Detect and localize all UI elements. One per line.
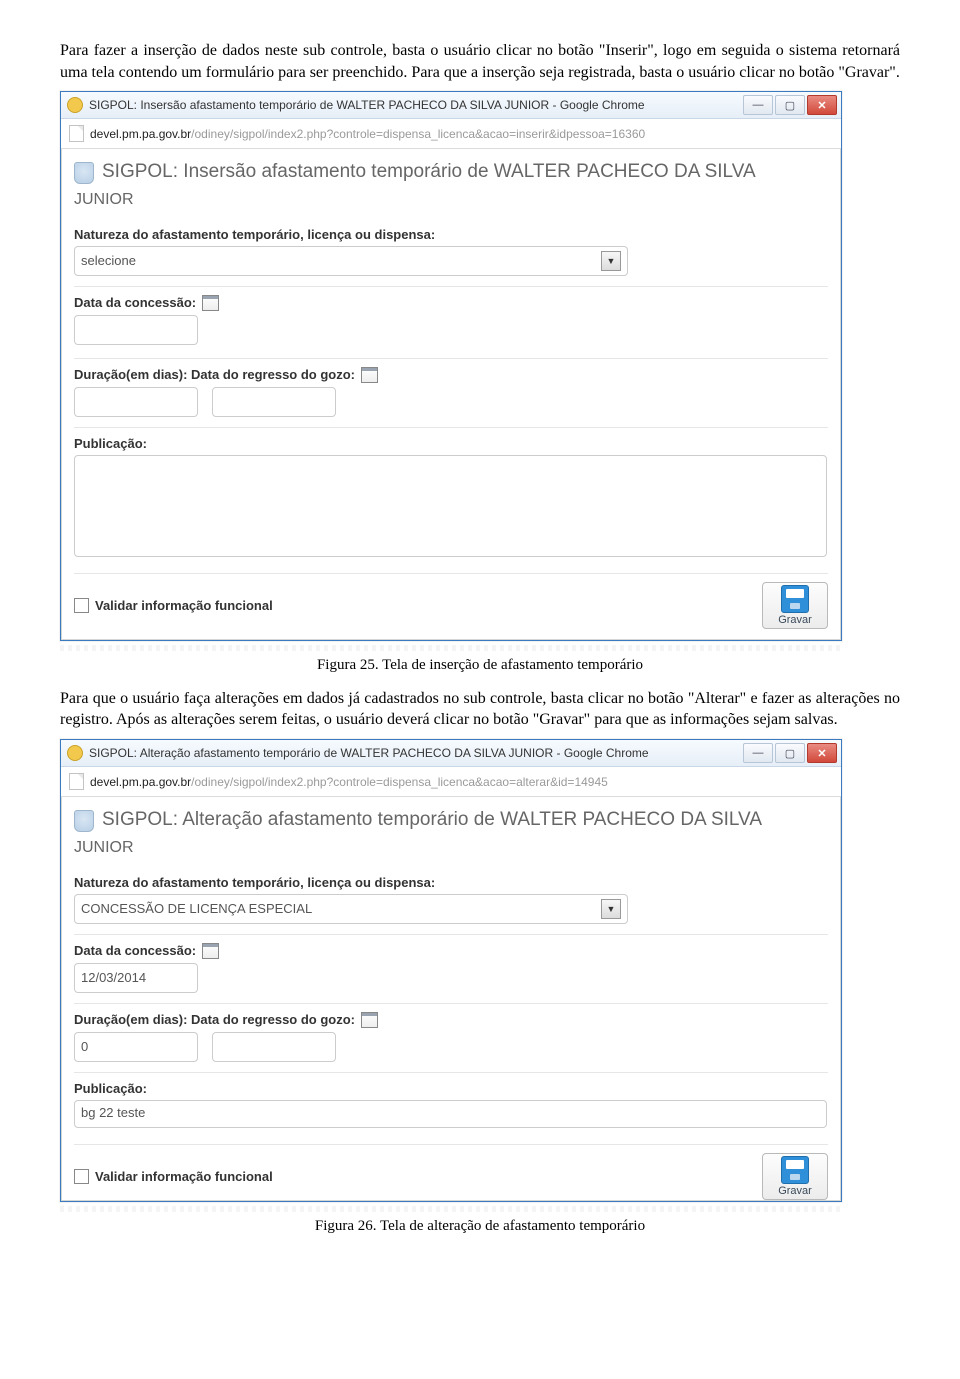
- field-natureza: Natureza do afastamento temporário, lice…: [74, 223, 828, 286]
- data-concessao-input[interactable]: [74, 315, 198, 345]
- duracao-label-text: Duração(em dias): Data do regresso do go…: [74, 367, 355, 382]
- crop-edge: [60, 1206, 840, 1212]
- page-content: SIGPOL: Alteração afastamento temporário…: [61, 797, 841, 1201]
- data-regresso-input[interactable]: [212, 387, 336, 417]
- minimize-button[interactable]: —: [743, 743, 773, 763]
- publicacao-label: Publicação:: [74, 436, 828, 451]
- duracao-label: Duração(em dias): Data do regresso do go…: [74, 1012, 828, 1028]
- chevron-down-icon[interactable]: ▼: [601, 899, 621, 919]
- field-publicacao: Publicação:: [74, 427, 828, 567]
- natureza-select[interactable]: CONCESSÃO DE LICENÇA ESPECIAL ▼: [74, 894, 628, 924]
- titlebar: SIGPOL: Insersão afastamento temporário …: [61, 92, 841, 119]
- address-bar[interactable]: devel.pm.pa.gov.br/odiney/sigpol/index2.…: [61, 119, 841, 149]
- calendar-icon[interactable]: [361, 367, 378, 383]
- crop-edge: [60, 645, 840, 651]
- calendar-icon[interactable]: [202, 943, 219, 959]
- chevron-down-icon[interactable]: ▼: [601, 251, 621, 271]
- gravar-button[interactable]: Gravar: [762, 1153, 828, 1200]
- address-bar[interactable]: devel.pm.pa.gov.br/odiney/sigpol/index2.…: [61, 767, 841, 797]
- close-button[interactable]: ✕: [807, 743, 837, 763]
- duracao-input[interactable]: 0: [74, 1032, 198, 1062]
- figure-caption-25: Figura 25. Tela de inserção de afastamen…: [60, 657, 900, 674]
- publicacao-textarea[interactable]: bg 22 teste: [74, 1100, 827, 1128]
- minimize-button[interactable]: —: [743, 95, 773, 115]
- page-title-line2: JUNIOR: [74, 839, 828, 857]
- checkbox-icon[interactable]: [74, 598, 89, 613]
- natureza-label: Natureza do afastamento temporário, lice…: [74, 227, 828, 242]
- chrome-favicon-icon: [67, 97, 83, 113]
- page-title-line1: SIGPOL: Alteração afastamento temporário…: [102, 807, 762, 833]
- save-disk-icon: [781, 585, 809, 613]
- data-concessao-input[interactable]: 12/03/2014: [74, 963, 198, 993]
- screenshot-window-insert: SIGPOL: Insersão afastamento temporário …: [60, 91, 842, 641]
- page-title: SIGPOL: Insersão afastamento temporário …: [74, 159, 828, 185]
- validar-checkbox[interactable]: Validar informação funcional: [74, 598, 273, 613]
- field-data-concessao: Data da concessão:: [74, 286, 828, 358]
- calendar-icon[interactable]: [361, 1012, 378, 1028]
- url-host: devel.pm.pa.gov.br: [90, 775, 191, 789]
- page-title: SIGPOL: Alteração afastamento temporário…: [74, 807, 828, 833]
- maximize-button[interactable]: ▢: [775, 743, 805, 763]
- field-duracao: Duração(em dias): Data do regresso do go…: [74, 1003, 828, 1072]
- validar-label: Validar informação funcional: [95, 598, 273, 613]
- duracao-input[interactable]: [74, 387, 198, 417]
- field-data-concessao: Data da concessão: 12/03/2014: [74, 934, 828, 1003]
- window-title: SIGPOL: Insersão afastamento temporário …: [89, 98, 741, 112]
- duracao-label-text: Duração(em dias): Data do regresso do go…: [74, 1012, 355, 1027]
- bottom-row: Validar informação funcional Gravar: [74, 573, 828, 629]
- duracao-label: Duração(em dias): Data do regresso do go…: [74, 367, 828, 383]
- maximize-button[interactable]: ▢: [775, 95, 805, 115]
- field-duracao: Duração(em dias): Data do regresso do go…: [74, 358, 828, 427]
- gravar-button[interactable]: Gravar: [762, 582, 828, 629]
- close-button[interactable]: ✕: [807, 95, 837, 115]
- window-buttons: — ▢ ✕: [741, 95, 837, 115]
- calendar-icon[interactable]: [202, 295, 219, 311]
- gravar-label: Gravar: [778, 1185, 812, 1197]
- data-concessao-label-text: Data da concessão:: [74, 943, 196, 958]
- gravar-label: Gravar: [778, 614, 812, 626]
- page-title-line1: SIGPOL: Insersão afastamento temporário …: [102, 159, 756, 185]
- window-title: SIGPOL: Alteração afastamento temporário…: [89, 746, 741, 760]
- window-buttons: — ▢ ✕: [741, 743, 837, 763]
- intro-paragraph-2: Para que o usuário faça alterações em da…: [60, 688, 900, 731]
- checkbox-icon[interactable]: [74, 1169, 89, 1184]
- page-content: SIGPOL: Insersão afastamento temporário …: [61, 149, 841, 640]
- titlebar: SIGPOL: Alteração afastamento temporário…: [61, 740, 841, 767]
- natureza-label: Natureza do afastamento temporário, lice…: [74, 875, 828, 890]
- natureza-select[interactable]: selecione ▼: [74, 246, 628, 276]
- validar-checkbox[interactable]: Validar informação funcional: [74, 1169, 273, 1184]
- save-disk-icon: [781, 1156, 809, 1184]
- publicacao-textarea[interactable]: [74, 455, 827, 557]
- page-icon: [69, 125, 84, 142]
- intro-paragraph-1: Para fazer a inserção de dados neste sub…: [60, 40, 900, 83]
- page-icon: [69, 773, 84, 790]
- data-concessao-label-text: Data da concessão:: [74, 295, 196, 310]
- url-path: /odiney/sigpol/index2.php?controle=dispe…: [191, 127, 645, 141]
- publicacao-label: Publicação:: [74, 1081, 828, 1096]
- url-host: devel.pm.pa.gov.br: [90, 127, 191, 141]
- figure-caption-26: Figura 26. Tela de alteração de afastame…: [60, 1218, 900, 1235]
- field-natureza: Natureza do afastamento temporário, lice…: [74, 871, 828, 934]
- screenshot-window-edit: SIGPOL: Alteração afastamento temporário…: [60, 739, 842, 1202]
- data-concessao-label: Data da concessão:: [74, 295, 828, 311]
- shield-icon: [74, 162, 94, 184]
- url-path: /odiney/sigpol/index2.php?controle=dispe…: [191, 775, 608, 789]
- shield-icon: [74, 810, 94, 832]
- field-publicacao: Publicação: bg 22 teste: [74, 1072, 828, 1138]
- natureza-value: CONCESSÃO DE LICENÇA ESPECIAL: [81, 901, 312, 916]
- bottom-row: Validar informação funcional Gravar: [74, 1144, 828, 1200]
- data-concessao-label: Data da concessão:: [74, 943, 828, 959]
- validar-label: Validar informação funcional: [95, 1169, 273, 1184]
- data-regresso-input[interactable]: [212, 1032, 336, 1062]
- chrome-favicon-icon: [67, 745, 83, 761]
- natureza-value: selecione: [81, 253, 136, 268]
- page-title-line2: JUNIOR: [74, 191, 828, 209]
